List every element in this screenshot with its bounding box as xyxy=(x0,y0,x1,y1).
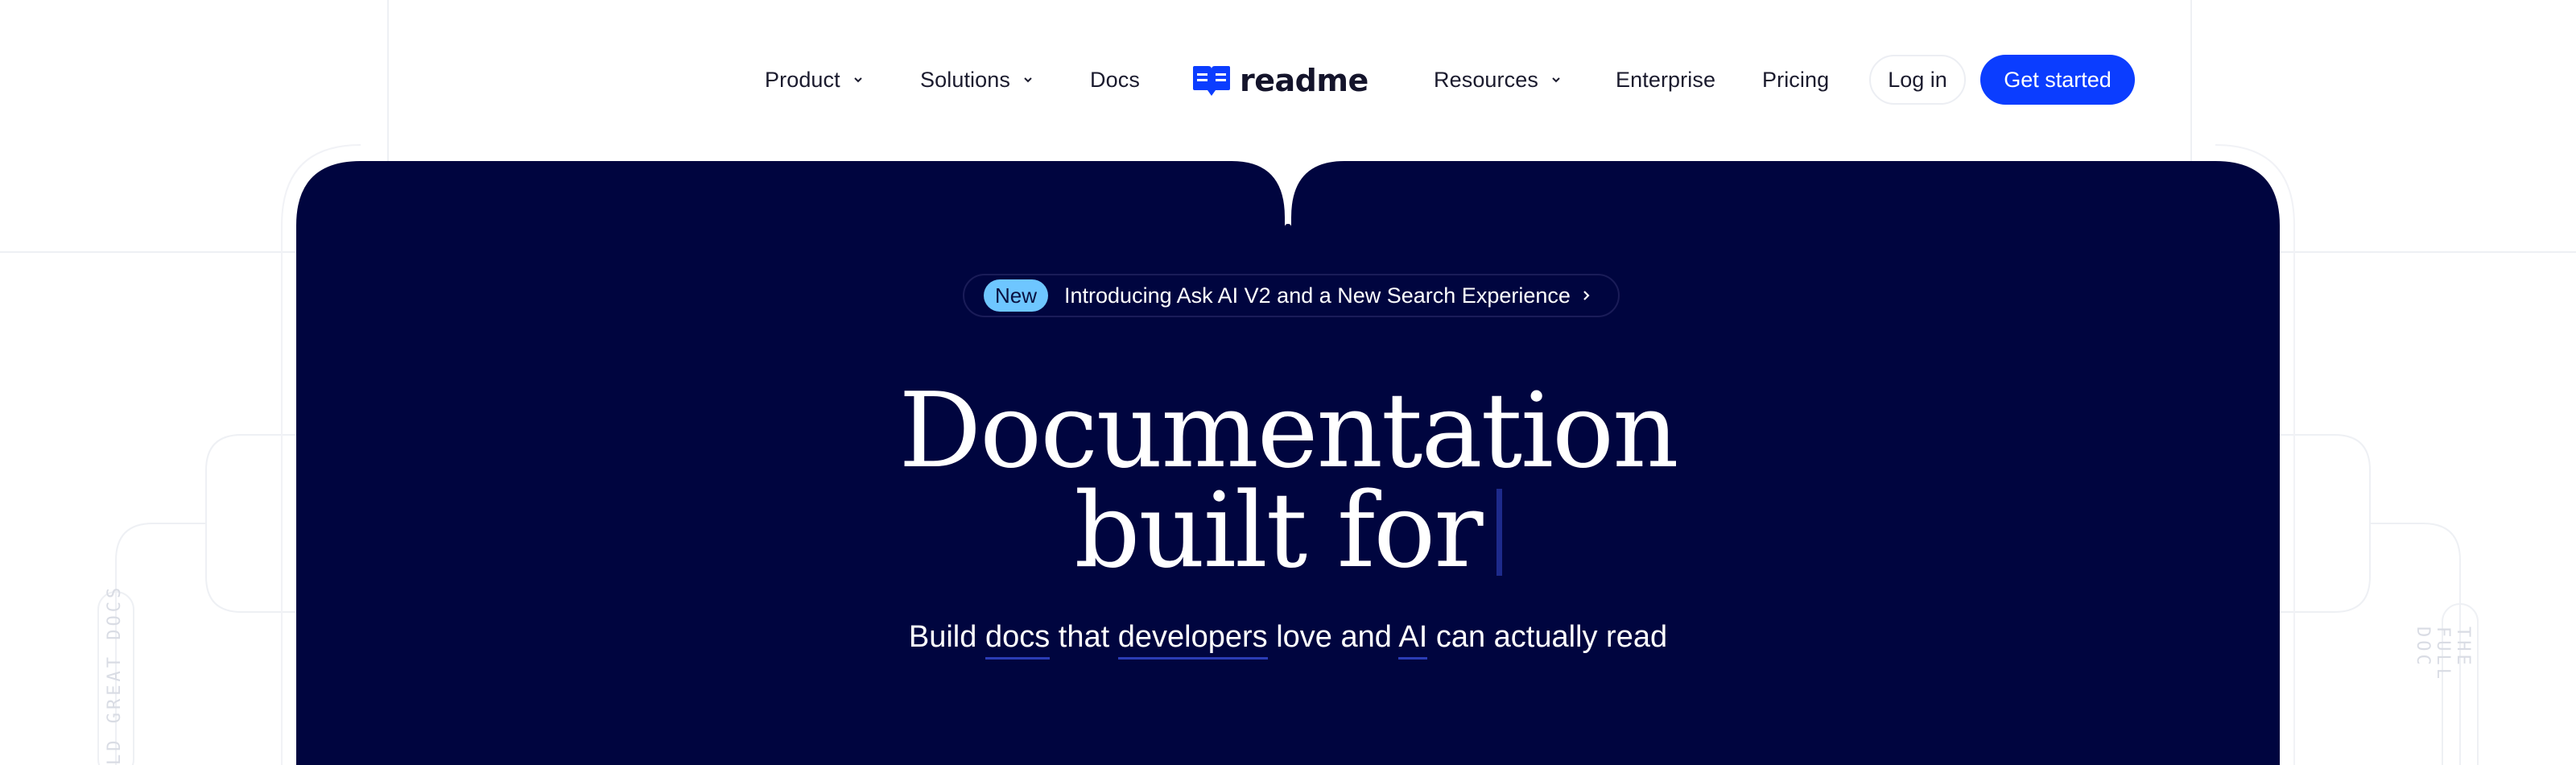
subtitle-part: can actually read xyxy=(1435,620,1668,654)
announcement-pill[interactable]: New Introducing Ask AI V2 and a New Sear… xyxy=(963,274,1620,317)
login-button[interactable]: Log in xyxy=(1869,55,1966,105)
subtitle-part: Build xyxy=(908,620,977,654)
subtitle-keyword-developers: developers xyxy=(1117,620,1268,660)
nav-resources[interactable]: Resources xyxy=(1434,53,1561,106)
chevron-down-icon xyxy=(854,77,862,83)
subtitle-keyword-ai: AI xyxy=(1398,620,1428,660)
headline-line-2: built for xyxy=(296,480,2280,583)
nav-enterprise[interactable]: Enterprise xyxy=(1616,53,1715,106)
chevron-right-icon xyxy=(1583,291,1590,300)
nav-solutions[interactable]: Solutions xyxy=(920,53,1033,106)
nav-product-label: Product xyxy=(765,67,840,92)
hero-content: New Introducing Ask AI V2 and a New Sear… xyxy=(296,161,2280,765)
nav-solutions-label: Solutions xyxy=(920,67,1010,92)
nav-product[interactable]: Product xyxy=(765,53,863,106)
subtitle-keyword-docs: docs xyxy=(985,620,1051,660)
nav-resources-label: Resources xyxy=(1434,67,1538,92)
nav-docs[interactable]: Docs xyxy=(1090,53,1140,106)
nav-enterprise-label: Enterprise xyxy=(1616,67,1716,92)
logo-wordmark: readme xyxy=(1240,63,1368,98)
headline-line-1: Documentation xyxy=(898,371,1679,491)
headline-line-2-text: built for xyxy=(1074,471,1484,591)
top-navigation: Product Solutions Docs readme Resources … xyxy=(0,53,2576,106)
hero-subtitle: Build docs that developers love and AI c… xyxy=(296,620,2280,660)
new-badge: New xyxy=(984,279,1049,312)
nav-docs-label: Docs xyxy=(1090,67,1140,92)
announcement-text: Introducing Ask AI V2 and a New Search E… xyxy=(1064,283,1571,308)
readme-logo[interactable]: readme xyxy=(1191,63,1368,98)
chevron-down-icon xyxy=(1552,77,1560,83)
subtitle-part: that xyxy=(1058,620,1110,654)
book-logo-icon xyxy=(1193,66,1230,96)
get-started-button[interactable]: Get started xyxy=(1980,55,2135,105)
nav-pricing[interactable]: Pricing xyxy=(1762,53,1829,106)
subtitle-part: love and xyxy=(1276,620,1392,654)
nav-pricing-label: Pricing xyxy=(1762,67,1830,92)
typing-cursor xyxy=(1496,489,1502,576)
chevron-down-icon xyxy=(1024,77,1032,83)
